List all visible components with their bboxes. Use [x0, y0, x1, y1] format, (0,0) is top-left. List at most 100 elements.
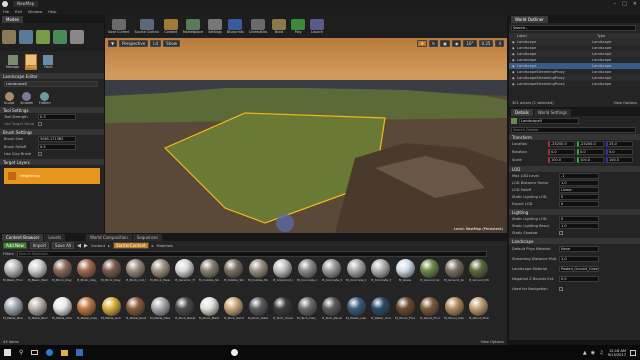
- material-asset[interactable]: M_Metal_Rust: [126, 297, 146, 324]
- import-button[interactable]: Import: [29, 242, 50, 249]
- brush-size-field[interactable]: 3065.171362: [38, 136, 76, 142]
- rotation-y[interactable]: 0.0: [577, 149, 604, 155]
- material-asset[interactable]: M_Basic_Floor: [3, 259, 23, 286]
- mode-geometry-icon[interactable]: [70, 30, 84, 44]
- material-asset[interactable]: M_Concrete_Panels: [322, 259, 342, 286]
- volume-icon[interactable]: ♫: [599, 350, 603, 356]
- source-control-button[interactable]: Source Control: [135, 19, 159, 34]
- material-asset[interactable]: M_Wood_Oak: [444, 297, 464, 324]
- lit-button[interactable]: Lit: [150, 40, 162, 47]
- material-asset[interactable]: M_Rock_Slate: [248, 297, 268, 324]
- snap-size-value[interactable]: 0.25: [478, 40, 494, 47]
- material-asset[interactable]: M_Wood_Floor_Walnut_Worn: [420, 297, 440, 324]
- rotation-z[interactable]: 0.0: [606, 149, 633, 155]
- material-asset[interactable]: M_Concrete_Tiles: [371, 259, 391, 286]
- material-asset[interactable]: M_Ceramic_Tile_Checker: [175, 259, 195, 286]
- material-asset[interactable]: M_Brick_Clay_New: [77, 259, 97, 286]
- property-value[interactable]: 1.0: [559, 256, 599, 262]
- menu-window[interactable]: Window: [28, 10, 42, 14]
- marketplace-button[interactable]: Marketplace: [183, 19, 203, 34]
- material-asset[interactable]: M_Wood_Floor_Walnut_Polished: [395, 297, 415, 324]
- details-search[interactable]: Search Details: [511, 127, 636, 133]
- tab-sequencer[interactable]: Sequencer: [132, 234, 163, 241]
- network-icon[interactable]: ◉: [591, 350, 595, 356]
- action-center-icon[interactable]: [630, 349, 636, 356]
- level-tab[interactable]: NewMap: [13, 1, 39, 7]
- material-asset[interactable]: M_ColorGrid_LowSpec: [273, 259, 293, 286]
- tab-world-composition[interactable]: World Composition: [86, 234, 132, 241]
- property-checkbox[interactable]: [559, 230, 563, 235]
- mode-paint-icon[interactable]: [19, 30, 33, 44]
- property-value[interactable]: 0: [559, 215, 599, 222]
- path-content[interactable]: Content: [91, 244, 105, 248]
- mode-landscape-icon[interactable]: [36, 30, 50, 44]
- material-asset[interactable]: M_Metal_Steel: [150, 297, 170, 324]
- minimize-icon[interactable]: –: [614, 1, 617, 7]
- save-current-button[interactable]: Save Current: [108, 19, 130, 34]
- property-value[interactable]: 0: [559, 200, 599, 207]
- sculpt-tool-button[interactable]: Sculpt: [4, 91, 14, 105]
- content-search[interactable]: Search Materials: [16, 251, 487, 257]
- material-asset[interactable]: M_Metal_Copper: [77, 297, 97, 324]
- property-value[interactable]: 0.0: [559, 276, 599, 282]
- maximize-icon[interactable]: □: [622, 1, 627, 7]
- rotation-x[interactable]: 0.0: [548, 149, 575, 155]
- location-y[interactable]: -25200.0: [577, 141, 604, 147]
- property-value[interactable]: -1: [559, 172, 599, 179]
- outliner-row[interactable]: ◉ LandscapeStreamingProxy Landscape: [509, 81, 640, 87]
- viewport[interactable]: ▼ Perspective Lit Show ✥ ↻ ▣ ◉ 10° 0.25 …: [105, 38, 507, 233]
- mode-foliage-icon[interactable]: [53, 30, 67, 44]
- clay-brush-checkbox[interactable]: [38, 152, 42, 156]
- heightmap-layer[interactable]: Heightmap: [4, 168, 100, 184]
- launch-button[interactable]: Launch: [310, 19, 325, 34]
- scale-icon[interactable]: ▣: [440, 40, 450, 47]
- material-asset[interactable]: M_Rock_Basalt: [175, 297, 195, 324]
- mode-placement-icon[interactable]: [2, 30, 16, 44]
- material-asset[interactable]: M_Ground_Grass: [420, 259, 440, 286]
- rotate-icon[interactable]: ↻: [428, 40, 439, 47]
- close-icon[interactable]: ✕: [633, 1, 637, 7]
- path-materials[interactable]: Materials: [157, 244, 173, 248]
- tab-levels[interactable]: Levels: [44, 234, 66, 241]
- back-arrow-icon[interactable]: ◀: [77, 243, 81, 249]
- menu-edit[interactable]: Edit: [15, 10, 22, 14]
- material-asset[interactable]: M_Metal_Chrome: [52, 297, 72, 324]
- explorer-icon[interactable]: [61, 349, 69, 356]
- paint-tool[interactable]: Paint: [43, 55, 54, 69]
- settings-button[interactable]: Settings: [208, 19, 223, 34]
- material-asset[interactable]: M_Metal_Gold: [101, 297, 121, 324]
- manage-tool[interactable]: Manage: [6, 55, 19, 69]
- material-asset[interactable]: M_Ground_Gravel: [444, 259, 464, 286]
- content-button[interactable]: Content: [163, 19, 178, 34]
- blueprints-button[interactable]: Blueprints: [227, 19, 244, 34]
- tool-strength-field[interactable]: 0.3: [38, 114, 76, 120]
- snap-angle-value[interactable]: 10°: [463, 40, 477, 47]
- menu-file[interactable]: File: [3, 10, 9, 14]
- cinematics-button[interactable]: Cinematics: [249, 19, 267, 34]
- material-asset[interactable]: M_Brick_Cut_Stone: [126, 259, 146, 286]
- flatten-tool-button[interactable]: Flatten: [39, 91, 51, 105]
- property-checkbox[interactable]: [559, 287, 563, 291]
- material-asset[interactable]: M_Wood_Pine: [469, 297, 489, 324]
- property-value[interactable]: Linear: [559, 186, 599, 193]
- material-asset[interactable]: M_Tech_Hex_Tile: [297, 297, 317, 324]
- cb-view-options[interactable]: View Options: [480, 340, 504, 344]
- material-asset[interactable]: M_Ground_Moss: [469, 259, 489, 286]
- material-asset[interactable]: M_Tech_Checker_Dot: [273, 297, 293, 324]
- build-button[interactable]: Build: [272, 19, 287, 34]
- material-asset[interactable]: M_Cobble_Stone_Smooth: [248, 259, 268, 286]
- material-asset[interactable]: M_Glass: [395, 259, 415, 286]
- material-asset[interactable]: M_Brick_Clay_Old: [101, 259, 121, 286]
- add-new-button[interactable]: Add New: [3, 242, 27, 249]
- menu-help[interactable]: Help: [48, 10, 56, 14]
- material-asset[interactable]: M_Basic_Wall: [28, 259, 48, 286]
- search-icon[interactable]: ⚲: [19, 349, 23, 356]
- sculpt-tool[interactable]: Sculpt: [25, 54, 38, 70]
- unreal-taskbar-icon[interactable]: [231, 349, 239, 356]
- material-asset[interactable]: M_Metal_Burnished_Steel: [28, 297, 48, 324]
- translate-icon[interactable]: ✥: [417, 40, 427, 47]
- camera-speed-value[interactable]: 4: [495, 40, 504, 47]
- outliner-view-options[interactable]: View Options: [613, 101, 637, 105]
- material-asset[interactable]: M_Brick_Clay_Beveled: [52, 259, 72, 286]
- path-starter-content[interactable]: StarterContent: [112, 242, 149, 249]
